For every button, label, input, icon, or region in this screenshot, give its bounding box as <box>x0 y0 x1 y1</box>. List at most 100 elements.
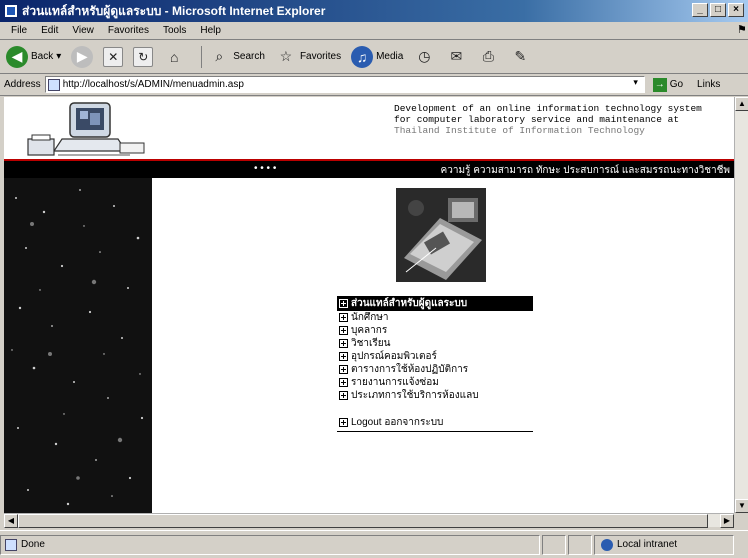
history-button[interactable]: ◷ <box>413 46 435 68</box>
page-viewport: Development of an online information tec… <box>4 97 734 513</box>
plus-box-icon <box>339 378 348 387</box>
print-button[interactable]: ⎙ <box>477 46 499 68</box>
zone-label: Local intranet <box>617 539 678 550</box>
vertical-scrollbar[interactable]: ▲ ▼ <box>734 97 748 513</box>
banner-line-1: Development of an online information tec… <box>394 103 702 114</box>
back-button[interactable]: ◀ Back ▾ <box>6 45 61 68</box>
standard-toolbar: ◀ Back ▾ ▶ ✕ ↻ ⌂ ⌕ Search ☆ Favorites ♫ … <box>0 40 748 74</box>
toolbar-separator <box>201 45 203 68</box>
admin-menu-title: ส่วนแทล์สำหรับผู้ดูแลระบบ <box>351 298 468 309</box>
logout-link[interactable]: Logout ออกจากระบบ <box>337 416 533 429</box>
media-label: Media <box>376 51 404 62</box>
menu-bar: File Edit View Favorites Tools Help ⚑ <box>0 22 748 40</box>
plus-box-icon <box>339 339 348 348</box>
go-button[interactable]: → Go <box>652 77 684 92</box>
star-icon: ☆ <box>279 48 293 64</box>
menu-favorites[interactable]: Favorites <box>101 25 156 36</box>
history-icon: ◷ <box>418 48 431 64</box>
links-button[interactable]: Links <box>697 79 720 90</box>
nav-strip-text: ความรู้ ความสามารถ ทักษะ ประสบการณ์ และส… <box>440 165 730 176</box>
home-icon: ⌂ <box>170 48 179 65</box>
forward-button[interactable]: ▶ <box>71 45 94 68</box>
mail-icon: ✉ <box>450 48 463 64</box>
chevron-down-icon[interactable]: ▾ <box>56 51 61 62</box>
status-text-pane: Done <box>0 534 540 555</box>
forward-arrow-icon: ▶ <box>71 45 94 68</box>
intranet-zone-icon <box>601 538 613 551</box>
address-dropdown-icon[interactable]: ▾ <box>629 77 643 92</box>
media-button[interactable]: ♫ Media <box>351 45 404 68</box>
page-done-icon <box>5 538 17 551</box>
horizontal-scrollbar[interactable]: ◀ ▶ <box>4 513 734 528</box>
menu-spacer <box>337 402 533 416</box>
plus-box-icon <box>339 365 348 374</box>
favorites-button[interactable]: ☆ Favorites <box>275 46 341 68</box>
scroll-left-icon[interactable]: ◀ <box>4 514 18 528</box>
back-arrow-icon: ◀ <box>6 45 28 68</box>
logout-label: Logout ออกจากระบบ <box>351 417 444 428</box>
plus-box-icon <box>339 352 348 361</box>
refresh-icon: ↻ <box>133 46 154 67</box>
go-label: Go <box>669 79 684 90</box>
status-bar: Done Local intranet <box>0 530 748 558</box>
close-button[interactable]: × <box>728 3 744 17</box>
site-banner: Development of an online information tec… <box>4 97 734 163</box>
favorites-label: Favorites <box>299 51 342 62</box>
plus-box-icon <box>339 313 348 322</box>
windows-logo-icon: ⚑ <box>737 24 747 36</box>
back-label: Back <box>31 51 54 62</box>
status-cell <box>542 534 566 555</box>
plus-box-icon <box>339 326 348 335</box>
search-icon: ⌕ <box>215 48 224 64</box>
stop-button[interactable]: ✕ <box>103 46 124 67</box>
menu-item-label: ประเภทการใช้บริการห้องแลบ <box>351 390 479 401</box>
scroll-down-icon[interactable]: ▼ <box>735 499 748 513</box>
plus-box-icon <box>339 418 348 427</box>
address-input[interactable]: http://localhost/s/ADMIN/menuadmin.asp <box>44 76 645 93</box>
admin-menu-header: ส่วนแทล์สำหรับผู้ดูแลระบบ <box>337 296 533 311</box>
menu-item-lab-usage-types[interactable]: ประเภทการใช้บริการห้องแลบ <box>337 389 533 402</box>
menu-file[interactable]: File <box>4 25 34 36</box>
home-button[interactable]: ⌂ <box>163 46 185 68</box>
starfield-pattern <box>11 189 144 506</box>
printer-icon: ⎙ <box>482 48 494 64</box>
edit-button[interactable]: ✎ <box>509 46 531 68</box>
lab-equipment-photo <box>396 188 486 282</box>
sidebar-starfield <box>4 178 152 513</box>
title-bar[interactable]: ส่วนแทล์สำหรับผู้ดูแลระบบ - Microsoft In… <box>0 0 748 22</box>
plus-box-icon <box>339 391 348 400</box>
ie-app-icon[interactable] <box>4 4 18 18</box>
menu-help[interactable]: Help <box>193 25 228 36</box>
scroll-right-icon[interactable]: ▶ <box>720 514 734 528</box>
window-controls: _ □ × <box>692 3 744 17</box>
horizontal-scroll-thumb[interactable] <box>18 514 708 528</box>
stop-icon: ✕ <box>103 46 124 67</box>
edit-icon: ✎ <box>514 48 527 64</box>
browser-window: ส่วนแทล์สำหรับผู้ดูแลระบบ - Microsoft In… <box>0 0 748 558</box>
nav-strip-dots: • • • • <box>254 163 277 174</box>
banner-line-2: for computer laboratory service and main… <box>394 114 680 125</box>
menu-tools[interactable]: Tools <box>156 25 193 36</box>
security-zone: Local intranet <box>594 534 734 555</box>
menu-view[interactable]: View <box>65 25 101 36</box>
address-label: Address <box>4 79 41 90</box>
minimize-button[interactable]: _ <box>692 3 708 17</box>
menu-bottom-rule <box>337 431 533 432</box>
status-text: Done <box>21 539 45 550</box>
search-label: Search <box>233 51 265 62</box>
menu-edit[interactable]: Edit <box>34 25 65 36</box>
admin-menu: ส่วนแทล์สำหรับผู้ดูแลระบบ นักศึกษา บุคลา… <box>337 296 533 432</box>
main-content: ส่วนแทล์สำหรับผู้ดูแลระบบ นักศึกษา บุคลา… <box>152 178 734 513</box>
search-button[interactable]: ⌕ Search <box>208 46 265 68</box>
nav-strip: • • • • ความรู้ ความสามารถ ทักษะ ประสบกา… <box>4 161 734 178</box>
go-arrow-icon: → <box>652 77 667 92</box>
status-cell <box>568 534 592 555</box>
scroll-up-icon[interactable]: ▲ <box>735 97 748 111</box>
address-bar: Address http://localhost/s/ADMIN/menuadm… <box>0 74 748 96</box>
page-icon <box>47 78 60 91</box>
computer-illustration <box>27 102 145 156</box>
refresh-button[interactable]: ↻ <box>133 46 154 67</box>
window-title: ส่วนแทล์สำหรับผู้ดูแลระบบ - Microsoft In… <box>22 3 326 18</box>
mail-button[interactable]: ✉ <box>445 46 467 68</box>
maximize-button[interactable]: □ <box>710 3 726 17</box>
